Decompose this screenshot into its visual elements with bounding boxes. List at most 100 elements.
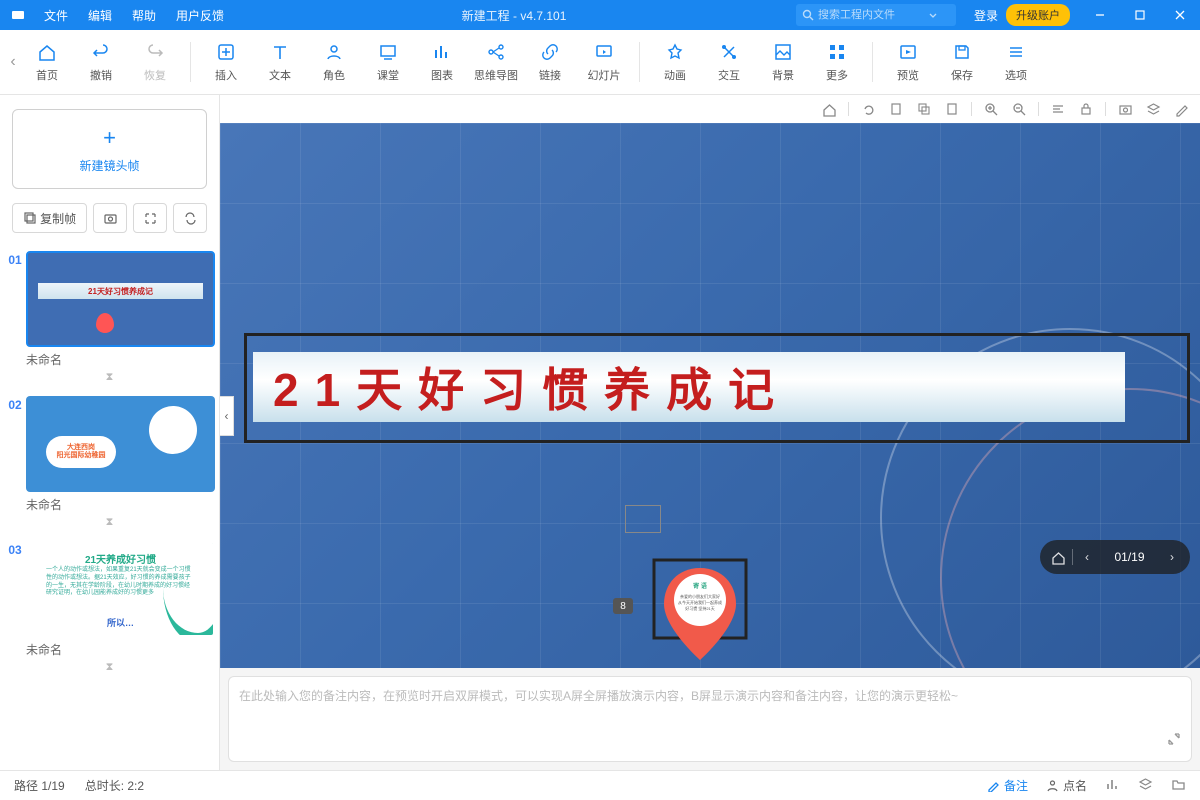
pencil-icon [987, 779, 1000, 792]
thumb-text: 大连西岗 [67, 444, 95, 452]
paste-icon[interactable] [943, 100, 961, 118]
nav-home-icon[interactable] [1044, 543, 1072, 571]
save-icon [951, 41, 973, 63]
selection-box[interactable] [625, 505, 661, 533]
copy-frame-button[interactable]: 复制帧 [12, 203, 87, 233]
more-label: 更多 [826, 67, 848, 83]
screenshot-icon[interactable] [1116, 100, 1134, 118]
minimize-button[interactable] [1080, 0, 1120, 30]
slide-number: 03 [4, 541, 26, 557]
home-label: 首页 [36, 67, 58, 83]
canvas-viewport[interactable]: ‹ 21天好习惯养成记 8 寄 语 亲爱的小朋友们大家好 [220, 123, 1200, 668]
slide-item[interactable]: 01 21天好习惯养成记 未命名 ⧗ [4, 251, 215, 384]
slide-button[interactable]: 幻灯片 [577, 34, 631, 90]
layers-icon[interactable] [1144, 100, 1162, 118]
notes-input[interactable] [229, 677, 1151, 761]
slide-name: 未命名 [26, 351, 215, 368]
search-input[interactable] [818, 9, 928, 21]
options-icon [1005, 41, 1027, 63]
chart-icon [431, 41, 453, 63]
menu-file[interactable]: 文件 [36, 1, 76, 30]
undo-button[interactable]: 撤销 [74, 34, 128, 90]
slide-name: 未命名 [26, 496, 215, 513]
interact-button[interactable]: 交互 [702, 34, 756, 90]
toolbar-scroll-left[interactable]: ‹ [6, 53, 20, 71]
edit-icon[interactable] [1172, 100, 1190, 118]
slide-item[interactable]: 03 21天养成好习惯 一个人的动作或想法，如果重复21天就会变成一个习惯性的动… [4, 541, 215, 674]
slide-item[interactable]: 02 大连西岗阳光国际幼稚园 未命名 ⧗ [4, 396, 215, 529]
status-folder-icon[interactable] [1171, 777, 1186, 795]
toolbar-separator [639, 42, 640, 82]
slide-thumbnail[interactable]: 21天养成好习惯 一个人的动作或想法，如果重复21天就会变成一个习惯性的动作或想… [26, 541, 215, 637]
options-button[interactable]: 选项 [989, 34, 1043, 90]
redo-label: 恢复 [144, 67, 166, 83]
close-button[interactable] [1160, 0, 1200, 30]
link-icon [539, 41, 561, 63]
thumb-pin-icon [96, 313, 114, 333]
copy-frame-label: 复制帧 [40, 210, 76, 227]
animation-button[interactable]: 动画 [648, 34, 702, 90]
scan-button[interactable] [133, 203, 167, 233]
link-button[interactable]: 链接 [523, 34, 577, 90]
login-link[interactable]: 登录 [974, 7, 998, 24]
notes-toggle-button[interactable]: 备注 [987, 777, 1028, 794]
slide-label: 幻灯片 [588, 67, 621, 83]
expand-notes-icon[interactable] [1167, 732, 1181, 751]
slide-thumbnail[interactable]: 21天好习惯养成记 [26, 251, 215, 347]
status-layers-icon[interactable] [1138, 777, 1153, 795]
rollcall-button[interactable]: 点名 [1046, 777, 1087, 794]
mindmap-label: 思维导图 [474, 67, 518, 83]
home-view-icon[interactable] [820, 100, 838, 118]
menu-help[interactable]: 帮助 [124, 1, 164, 30]
scan-icon [143, 211, 158, 226]
interact-icon [718, 41, 740, 63]
save-button[interactable]: 保存 [935, 34, 989, 90]
preview-button[interactable]: 预览 [881, 34, 935, 90]
title-banner-object[interactable]: 21天好习惯养成记 [244, 333, 1190, 443]
rotate-left-icon[interactable] [859, 100, 877, 118]
slide-name: 未命名 [26, 641, 215, 658]
pin-object[interactable]: 寄 语 亲爱的小朋友们大家好 从今天开始我们一起养成 好习惯 坚持21天 [650, 558, 750, 668]
camera-button[interactable] [93, 203, 127, 233]
copy-icon [23, 211, 37, 225]
class-button[interactable]: 课堂 [361, 34, 415, 90]
home-button[interactable]: 首页 [20, 34, 74, 90]
redo-button[interactable]: 恢复 [128, 34, 182, 90]
plus-icon: + [103, 125, 116, 151]
chevron-down-icon[interactable] [928, 10, 938, 20]
status-chart-icon[interactable] [1105, 777, 1120, 795]
insert-button[interactable]: 插入 [199, 34, 253, 90]
lock-icon[interactable] [1077, 100, 1095, 118]
new-frame-button[interactable]: + 新建镜头帧 [12, 109, 207, 189]
align-icon[interactable] [1049, 100, 1067, 118]
class-icon [377, 41, 399, 63]
zoom-out-icon[interactable] [1010, 100, 1028, 118]
menu-feedback[interactable]: 用户反馈 [168, 1, 232, 30]
maximize-button[interactable] [1120, 0, 1160, 30]
more-button[interactable]: 更多 [810, 34, 864, 90]
app-logo-icon [6, 3, 30, 27]
nav-prev-button[interactable]: ‹ [1073, 543, 1101, 571]
upgrade-button[interactable]: 升级账户 [1006, 4, 1070, 26]
text-button[interactable]: 文本 [253, 34, 307, 90]
clipboard-icon[interactable] [887, 100, 905, 118]
slide-icon [593, 41, 615, 63]
grid-icon [826, 41, 848, 63]
background-button[interactable]: 背景 [756, 34, 810, 90]
redo-icon [144, 41, 166, 63]
nav-next-button[interactable]: › [1158, 543, 1186, 571]
thumb-footer: 所以… [28, 616, 213, 629]
slide-number: 01 [4, 251, 26, 267]
pin-badge: 8 [613, 598, 633, 614]
collapse-sidebar-button[interactable]: ‹ [220, 396, 234, 436]
role-label: 角色 [323, 67, 345, 83]
copy-icon[interactable] [915, 100, 933, 118]
chart-button[interactable]: 图表 [415, 34, 469, 90]
search-box[interactable] [796, 4, 956, 26]
mindmap-button[interactable]: 思维导图 [469, 34, 523, 90]
role-button[interactable]: 角色 [307, 34, 361, 90]
zoom-in-icon[interactable] [982, 100, 1000, 118]
slide-thumbnail[interactable]: 大连西岗阳光国际幼稚园 [26, 396, 215, 492]
loop-button[interactable] [173, 203, 207, 233]
menu-edit[interactable]: 编辑 [80, 1, 120, 30]
